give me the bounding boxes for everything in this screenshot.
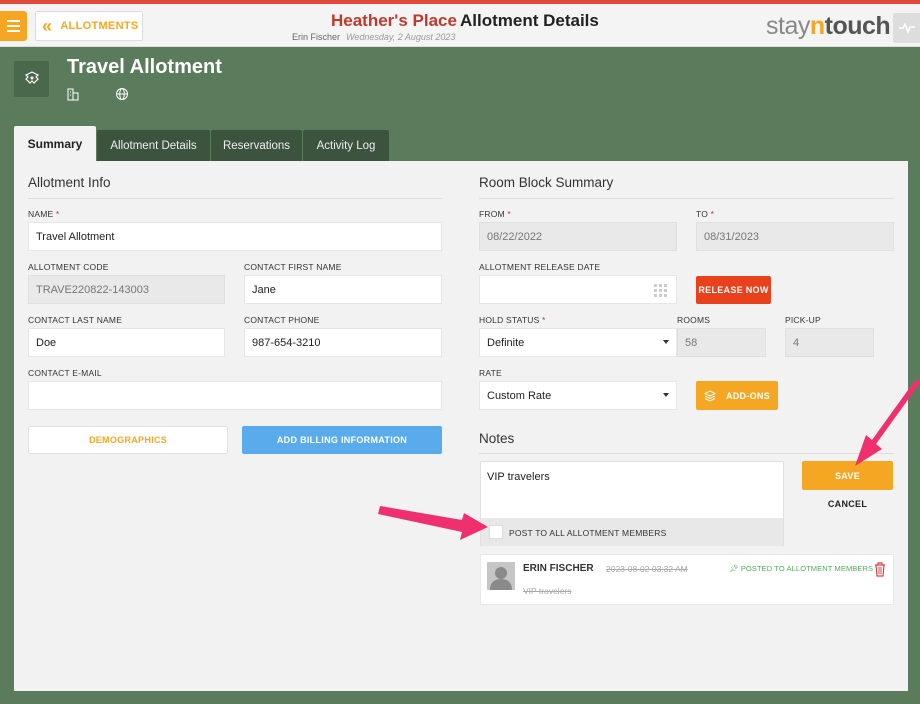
release-date-label: ALLOTMENT RELEASE DATE [479, 262, 601, 272]
pickup-field: 4 [785, 328, 874, 357]
note-author: ERIN FISCHER [523, 563, 594, 574]
hotel-name: Heather's Place [331, 11, 457, 30]
rate-label: RATE [479, 368, 502, 378]
hold-status-label: HOLD STATUS * [479, 315, 546, 325]
note-body: VIP travelers [523, 586, 572, 596]
hold-status-select[interactable]: Definite [479, 328, 677, 357]
back-to-allotments-button[interactable]: « ALLOTMENTS [35, 11, 143, 41]
contact-email-label: CONTACT E-MAIL [28, 368, 102, 378]
double-chevron-left-icon: « [42, 16, 53, 36]
note-timestamp: 2023-08-02 03:32 AM [606, 564, 688, 574]
avatar [487, 562, 515, 590]
allotment-code-field: TRAVE220822-143003 [28, 275, 225, 304]
post-to-all-checkbox[interactable] [489, 525, 503, 539]
contact-first-name-field[interactable]: Jane [244, 275, 442, 304]
contact-email-field[interactable] [28, 381, 442, 410]
contact-last-name-field[interactable]: Doe [28, 328, 225, 357]
dropdown-caret-icon [663, 393, 669, 397]
contact-first-name-label: CONTACT FIRST NAME [244, 262, 342, 272]
rooms-label: ROOMS [677, 315, 711, 325]
tab-activity-log[interactable]: Activity Log [303, 130, 389, 161]
brand-logo: stayntouch [766, 12, 891, 40]
divider [479, 198, 894, 199]
calendar-grid-icon[interactable] [654, 284, 667, 297]
allotment-info-heading: Allotment Info [28, 175, 111, 190]
post-to-all-bar[interactable]: POST TO ALL ALLOTMENT MEMBERS [481, 518, 783, 546]
pin-icon: 📌︎ [729, 564, 739, 573]
building-icon[interactable] [66, 87, 80, 101]
from-label: FROM * [479, 209, 511, 219]
note-entry: ERIN FISCHER 2023-08-02 03:32 AM 📌︎ POST… [480, 554, 894, 605]
top-bar: « ALLOTMENTS Heather's Place Allotment D… [0, 4, 920, 47]
to-label: TO * [696, 209, 715, 219]
pulse-icon [899, 22, 915, 35]
allotment-title: Travel Allotment [67, 56, 222, 78]
cancel-button[interactable]: CANCEL [802, 496, 893, 512]
tab-reservations[interactable]: Reservations [211, 130, 302, 161]
rate-select[interactable]: Custom Rate [479, 381, 677, 410]
notes-text[interactable]: VIP travelers [487, 471, 550, 483]
from-date-field: 08/22/2022 [479, 222, 677, 251]
tab-allotment-details[interactable]: Allotment Details [97, 130, 210, 161]
name-field[interactable]: Travel Allotment [28, 222, 442, 251]
activity-pulse-button[interactable] [893, 13, 920, 43]
notes-textarea[interactable]: VIP travelers POST TO ALL ALLOTMENT MEMB… [480, 461, 784, 546]
current-date: Wednesday, 2 August 2023 [346, 32, 456, 42]
allotment-code-label: ALLOTMENT CODE [28, 262, 109, 272]
divider [28, 198, 442, 199]
contact-last-name-label: CONTACT LAST NAME [28, 315, 123, 325]
layers-icon [703, 389, 716, 402]
contact-phone-label: CONTACT PHONE [244, 315, 320, 325]
allotment-type-icon [14, 61, 49, 97]
notes-heading: Notes [479, 431, 515, 446]
to-date-field: 08/31/2023 [696, 222, 894, 251]
tab-summary[interactable]: Summary [14, 126, 96, 162]
demographics-button[interactable]: DEMOGRAPHICS [28, 426, 228, 454]
post-to-all-label[interactable]: POST TO ALL ALLOTMENT MEMBERS [509, 528, 666, 538]
rooms-field: 58 [677, 328, 766, 357]
pickup-label: PICK-UP [785, 315, 821, 325]
release-date-field[interactable] [479, 275, 677, 304]
save-button[interactable]: SAVE [802, 461, 893, 490]
release-now-button[interactable]: RELEASE NOW [696, 276, 771, 304]
note-posted-status: 📌︎ POSTED TO ALLOTMENT MEMBERS [729, 564, 874, 573]
name-label: NAME * [28, 209, 60, 219]
back-button-label: ALLOTMENTS [60, 20, 139, 32]
user-date-line: Erin Fischer Wednesday, 2 August 2023 [292, 32, 455, 42]
globe-icon[interactable] [115, 87, 129, 101]
dropdown-caret-icon [663, 340, 669, 344]
add-billing-information-button[interactable]: ADD BILLING INFORMATION [242, 426, 442, 454]
room-block-summary-heading: Room Block Summary [479, 175, 614, 190]
page-title: Allotment Details [460, 11, 599, 30]
user-name: Erin Fischer [292, 32, 341, 42]
hamburger-menu-icon[interactable] [0, 11, 27, 41]
add-ons-button[interactable]: ADD-ONS [696, 381, 778, 410]
divider [479, 453, 894, 454]
contact-phone-field[interactable]: 987-654-3210 [244, 328, 442, 357]
trash-icon[interactable] [873, 561, 887, 577]
